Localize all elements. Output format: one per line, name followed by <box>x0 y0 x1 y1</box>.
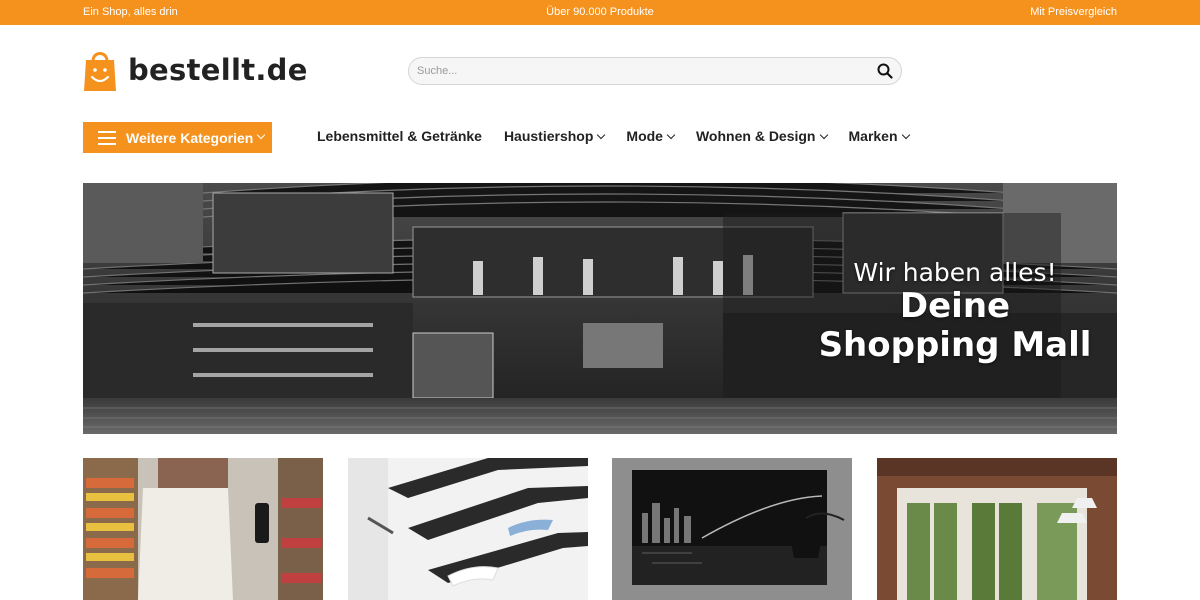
nav-item-label: Marken <box>848 128 898 144</box>
hero-subtitle: Wir haben alles! <box>853 258 1057 287</box>
chevron-down-icon <box>901 130 910 140</box>
shopping-bag-smile-icon <box>84 52 116 91</box>
hero-title-line2: Shopping Mall <box>818 325 1092 365</box>
chevron-down-icon <box>597 130 606 140</box>
chevron-down-icon <box>257 130 266 139</box>
shelves-with-towels-photo <box>348 458 588 600</box>
nav-item-label: Lebensmittel & Getränke <box>317 128 482 144</box>
hamburger-menu-icon <box>98 130 116 145</box>
search-icon[interactable] <box>877 63 893 79</box>
topbar-price-comparison: Mit Preisvergleich <box>1030 6 1117 18</box>
nav-item-marken[interactable]: Marken <box>848 128 910 144</box>
nav-item-label: Mode <box>626 128 663 144</box>
search-box <box>408 57 902 85</box>
category-tile-haustiershop[interactable] <box>348 458 588 600</box>
category-tile-lebensmittel[interactable] <box>83 458 323 600</box>
nav-item-wohnen-design[interactable]: Wohnen & Design <box>695 128 828 144</box>
city-skyline-picture-and-lamp-photo <box>612 458 852 600</box>
nav-item-haustiershop[interactable]: Haustiershop <box>503 128 606 144</box>
more-categories-label: Weitere Kategorien <box>126 129 254 146</box>
chevron-down-icon <box>666 130 676 140</box>
nav-item-mode[interactable]: Mode <box>626 128 676 144</box>
hero-banner[interactable]: Wir haben alles! Deine Shopping Mall <box>83 183 1117 434</box>
nav-item-label: Wohnen & Design <box>695 128 816 144</box>
main-navigation: Lebensmittel & Getränke Haustiershop Mod… <box>317 128 931 144</box>
top-info-bar: Ein Shop, alles drin Über 90.000 Produkt… <box>0 0 1200 25</box>
search-input[interactable] <box>417 61 857 81</box>
garden-pavilion-photo <box>877 458 1117 600</box>
hero-title-line1: Deine <box>899 286 1011 326</box>
nav-item-label: Haustiershop <box>503 128 594 144</box>
hero-headline: Wir haben alles! Deine Shopping Mall <box>807 259 1103 365</box>
supermarket-shopping-photo <box>83 458 323 600</box>
topbar-product-count: Über 90.000 Produkte <box>546 6 654 18</box>
more-categories-button[interactable]: Weitere Kategorien <box>83 122 272 153</box>
category-tile-garten[interactable] <box>877 458 1117 600</box>
nav-item-lebensmittel[interactable]: Lebensmittel & Getränke <box>317 128 482 144</box>
chevron-down-icon <box>819 130 828 140</box>
brand-name: bestellt.de <box>128 53 308 87</box>
category-tile-wohnen[interactable] <box>612 458 852 600</box>
logo[interactable]: bestellt.de <box>83 47 308 93</box>
